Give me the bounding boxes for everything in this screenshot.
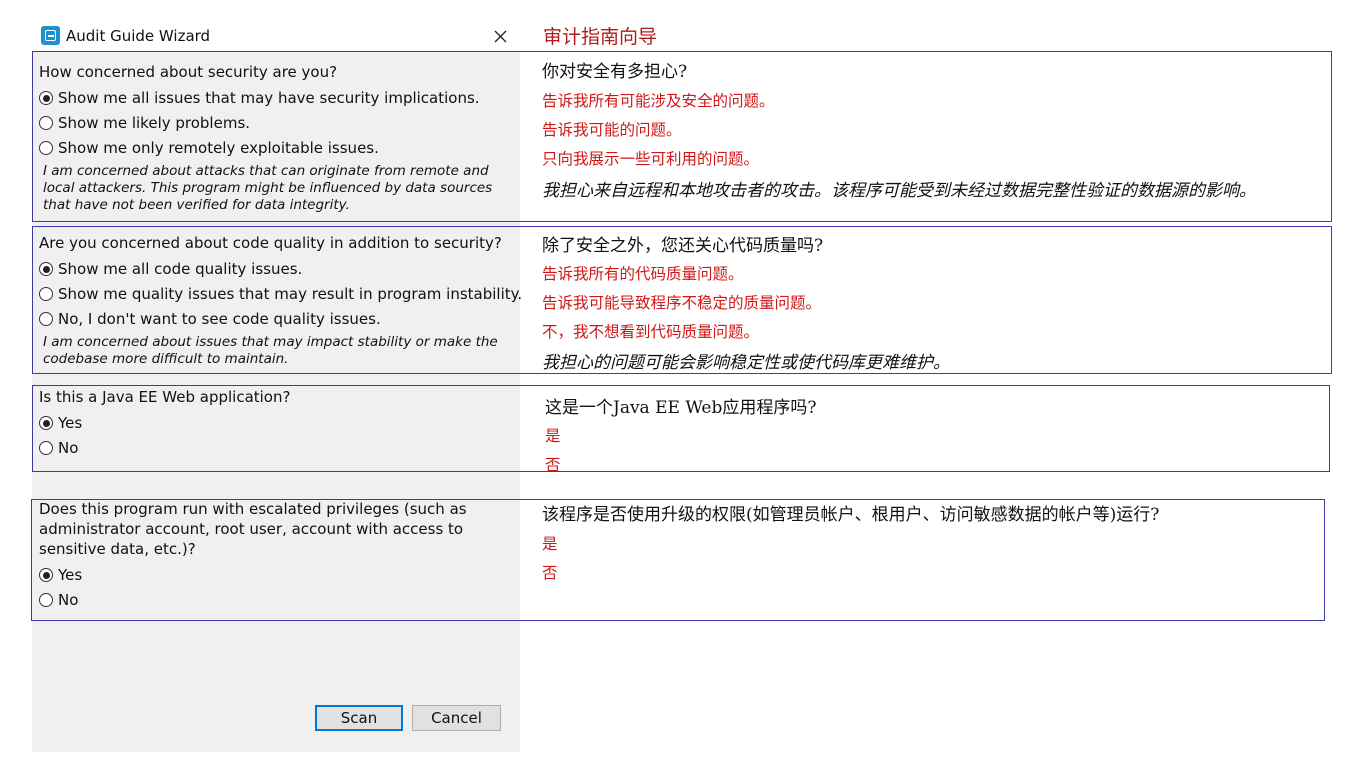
window-title: Audit Guide Wizard bbox=[66, 27, 211, 45]
privileges-option-no[interactable]: No bbox=[39, 591, 78, 609]
quality-option-all[interactable]: Show me all code quality issues. bbox=[39, 260, 302, 278]
option-label: Show me only remotely exploitable issues… bbox=[58, 139, 379, 157]
security-description-cn: 我担心来自远程和本地攻击者的攻击。该程序可能受到未经过数据完整性验证的数据源的影… bbox=[542, 181, 1256, 201]
security-option-remote[interactable]: Show me only remotely exploitable issues… bbox=[39, 139, 379, 157]
security-question: How concerned about security are you? bbox=[39, 63, 338, 81]
radio-button[interactable] bbox=[39, 116, 53, 130]
description-line: I am concerned about attacks that can or… bbox=[43, 163, 489, 179]
security-option-all[interactable]: Show me all issues that may have securit… bbox=[39, 89, 480, 107]
privileges-option-yes-cn: 是 bbox=[542, 535, 558, 553]
option-label: No bbox=[58, 591, 79, 609]
quality-description-cn: 我担心的问题可能会影响稳定性或使代码库更难维护。 bbox=[542, 353, 950, 373]
radio-button[interactable] bbox=[39, 312, 53, 326]
option-label: Show me quality issues that may result i… bbox=[58, 285, 523, 303]
security-option-all-cn: 告诉我所有可能涉及安全的问题。 bbox=[542, 92, 775, 110]
javaee-question-cn: 这是一个Java EE Web应用程序吗? bbox=[545, 398, 817, 418]
privileges-question-cn: 该程序是否使用升级的权限(如管理员帐户、根用户、访问敏感数据的帐户等)运行? bbox=[542, 505, 1160, 525]
translation-title: 审计指南向导 bbox=[543, 26, 658, 48]
description-line: local attackers. This program might be i… bbox=[43, 180, 493, 196]
javaee-option-no-cn: 否 bbox=[545, 456, 561, 474]
radio-button[interactable] bbox=[39, 593, 53, 607]
quality-option-all-cn: 告诉我所有的代码质量问题。 bbox=[542, 265, 744, 283]
quality-question-cn: 除了安全之外，您还关心代码质量吗? bbox=[542, 236, 824, 256]
security-option-remote-cn: 只向我展示一些可利用的问题。 bbox=[542, 150, 760, 168]
description-line: codebase more difficult to maintain. bbox=[43, 351, 289, 367]
quality-option-none[interactable]: No, I don't want to see code quality iss… bbox=[39, 310, 381, 328]
quality-option-instability[interactable]: Show me quality issues that may result i… bbox=[39, 285, 522, 303]
security-option-likely-cn: 告诉我可能的问题。 bbox=[542, 121, 682, 139]
radio-button[interactable] bbox=[39, 262, 53, 276]
privileges-question-line-3: sensitive data, etc.)? bbox=[39, 540, 196, 558]
cancel-button[interactable]: Cancel bbox=[412, 705, 501, 731]
quality-option-none-cn: 不，我不想看到代码质量问题。 bbox=[542, 323, 760, 341]
option-label: Show me all issues that may have securit… bbox=[58, 89, 480, 107]
radio-button[interactable] bbox=[39, 287, 53, 301]
security-option-likely[interactable]: Show me likely problems. bbox=[39, 114, 250, 132]
privileges-question-line-1: Does this program run with escalated pri… bbox=[39, 500, 467, 518]
option-label: Yes bbox=[58, 566, 83, 584]
quality-question: Are you concerned about code quality in … bbox=[39, 234, 502, 252]
privileges-option-no-cn: 否 bbox=[542, 564, 558, 582]
option-label: Show me likely problems. bbox=[58, 114, 251, 132]
security-description: I am concerned about attacks that can or… bbox=[43, 163, 513, 214]
option-label: No bbox=[58, 439, 79, 457]
quality-description: I am concerned about issues that may imp… bbox=[43, 334, 513, 368]
privileges-option-yes[interactable]: Yes bbox=[39, 566, 82, 584]
app-icon bbox=[41, 26, 60, 45]
javaee-option-no[interactable]: No bbox=[39, 439, 78, 457]
scan-button[interactable]: Scan bbox=[315, 705, 403, 731]
radio-button[interactable] bbox=[39, 568, 53, 582]
description-line: I am concerned about issues that may imp… bbox=[43, 334, 498, 350]
radio-button[interactable] bbox=[39, 141, 53, 155]
radio-button[interactable] bbox=[39, 441, 53, 455]
privileges-question-line-2: administrator account, root user, accoun… bbox=[39, 520, 464, 538]
radio-button[interactable] bbox=[39, 91, 53, 105]
quality-option-instability-cn: 告诉我可能导致程序不稳定的质量问题。 bbox=[542, 294, 822, 312]
javaee-question: Is this a Java EE Web application? bbox=[39, 388, 291, 406]
option-label: Show me all code quality issues. bbox=[58, 260, 303, 278]
description-line: that have not been verified for data int… bbox=[43, 197, 350, 213]
security-question-cn: 你对安全有多担心? bbox=[542, 62, 688, 82]
radio-button[interactable] bbox=[39, 416, 53, 430]
option-label: No, I don't want to see code quality iss… bbox=[58, 310, 381, 328]
close-icon[interactable] bbox=[491, 27, 509, 45]
javaee-option-yes[interactable]: Yes bbox=[39, 414, 82, 432]
javaee-option-yes-cn: 是 bbox=[545, 427, 561, 445]
stage: Audit Guide Wizard 审计指南向导 How concerned … bbox=[0, 0, 1367, 761]
option-label: Yes bbox=[58, 414, 83, 432]
